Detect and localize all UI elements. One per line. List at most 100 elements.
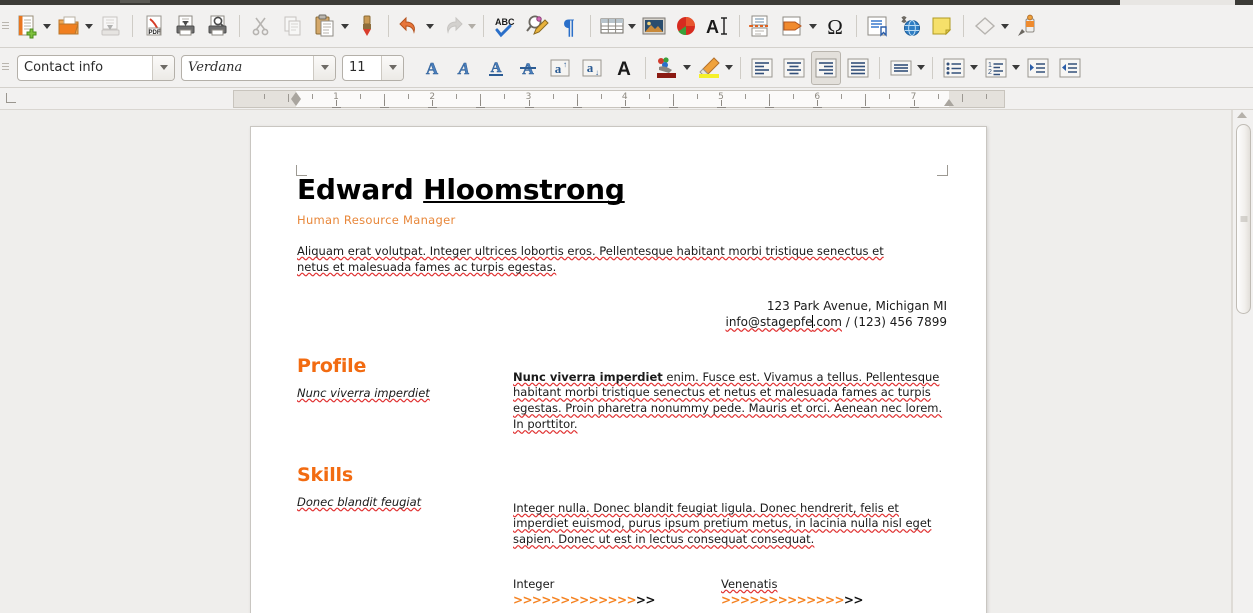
paragraph-style-value[interactable]: Contact info — [18, 60, 152, 75]
new-document-icon[interactable] — [12, 9, 42, 43]
subscript-icon[interactable]: a ↓ — [577, 51, 607, 85]
strikethrough-icon[interactable]: A — [513, 51, 543, 85]
ruler-tab-stop[interactable] — [524, 100, 534, 108]
insert-table-icon[interactable] — [597, 9, 627, 43]
find-replace-magnifier-icon[interactable] — [522, 9, 552, 43]
open-folder-icon[interactable] — [54, 9, 84, 43]
ruler-tab-stop[interactable] — [668, 100, 678, 108]
toolbar-drag-handle[interactable] — [0, 5, 11, 47]
ruler-tab-stop[interactable] — [861, 100, 871, 108]
document-body[interactable]: Edward Hloomstrong Human Resource Manage… — [297, 174, 947, 607]
clear-formatting-icon[interactable]: A — [609, 51, 639, 85]
redo-dropdown-caret[interactable] — [466, 9, 478, 43]
ruler-tab-stop[interactable] — [813, 100, 823, 108]
ruler-tab-stop[interactable] — [428, 100, 438, 108]
font-color-icon[interactable] — [652, 51, 682, 85]
font-name-dropdown-arrow[interactable] — [313, 55, 335, 80]
insert-image-icon[interactable] — [639, 9, 669, 43]
ruler-tab-stop[interactable] — [717, 100, 727, 108]
font-name-combobox[interactable]: Verdana — [181, 54, 336, 81]
underline-icon[interactable]: A — [481, 51, 511, 85]
align-center-icon[interactable] — [779, 51, 809, 85]
clone-formatting-brush-icon[interactable] — [352, 9, 382, 43]
insert-field-arrow-icon[interactable] — [778, 9, 808, 43]
highlighting-color-icon[interactable] — [694, 51, 724, 85]
ruler-tab-stop[interactable] — [572, 100, 582, 108]
special-character-omega-icon[interactable]: Ω — [820, 9, 850, 43]
shapes-diamond-icon[interactable] — [970, 9, 1000, 43]
font-color-dropdown-caret[interactable] — [681, 51, 693, 85]
svg-text:ABC: ABC — [495, 17, 515, 27]
ruler-tab-stop[interactable] — [620, 100, 630, 108]
insert-chart-pie-icon[interactable] — [671, 9, 701, 43]
font-size-dropdown-arrow[interactable] — [381, 55, 403, 80]
ordered-list-icon[interactable]: 1 2 — [981, 51, 1011, 85]
document-page[interactable]: Edward Hloomstrong Human Resource Manage… — [250, 126, 987, 613]
print-icon[interactable] — [171, 9, 201, 43]
unordered-list-icon[interactable] — [939, 51, 969, 85]
insert-text-box-icon[interactable]: A — [703, 9, 733, 43]
ruler-indent-marker-left[interactable] — [291, 91, 302, 107]
ruler-tab-stop[interactable] — [476, 100, 486, 108]
export-pdf-icon[interactable]: PDF — [139, 9, 169, 43]
cut-scissors-icon[interactable] — [246, 9, 276, 43]
align-left-icon[interactable] — [747, 51, 777, 85]
redo-arrow-icon[interactable] — [437, 9, 467, 43]
ruler-indent-marker-right[interactable] — [944, 99, 954, 106]
vertical-scrollbar[interactable] — [1232, 110, 1253, 613]
bold-icon[interactable]: A — [417, 51, 447, 85]
insert-field-dropdown-caret[interactable] — [807, 9, 819, 43]
save-icon[interactable] — [96, 9, 126, 43]
show-draw-functions-icon[interactable] — [1012, 9, 1042, 43]
section-profile: Profile Nunc viverra imperdiet Nunc vive… — [297, 355, 947, 433]
copy-icon[interactable] — [278, 9, 308, 43]
paste-dropdown-caret[interactable] — [339, 9, 351, 43]
highlighting-color-dropdown-caret[interactable] — [723, 51, 735, 85]
scroll-up-arrow-icon[interactable] — [1237, 112, 1247, 118]
insert-page-break-icon[interactable] — [746, 9, 776, 43]
ruler-tick-quarter — [360, 94, 362, 99]
section-skills-body: Integer nulla. Donec blandit feugiat lig… — [513, 500, 932, 547]
chrome-notch — [120, 0, 150, 3]
align-justified-icon[interactable] — [843, 51, 873, 85]
insert-comment-note-icon[interactable] — [927, 9, 957, 43]
spelling-abc-check-icon[interactable]: ABC — [490, 9, 520, 43]
print-preview-icon[interactable] — [203, 9, 233, 43]
shapes-dropdown-caret[interactable] — [999, 9, 1011, 43]
vertical-scrollbar-thumb[interactable] — [1236, 124, 1251, 314]
resume-contact-block: 123 Park Avenue, Michigan MI info@stagep… — [297, 298, 947, 331]
document-canvas[interactable]: Edward Hloomstrong Human Resource Manage… — [0, 110, 1232, 613]
font-name-value[interactable]: Verdana — [182, 60, 313, 75]
insert-bookmark-icon[interactable] — [863, 9, 893, 43]
unordered-list-dropdown-caret[interactable] — [968, 51, 980, 85]
ruler-tab-stop[interactable] — [765, 100, 775, 108]
ruler-tab-stop[interactable] — [380, 100, 390, 108]
svg-text:a: a — [587, 60, 594, 75]
new-document-dropdown-caret[interactable] — [41, 9, 53, 43]
paragraph-style-combobox[interactable]: Contact info — [17, 54, 175, 81]
ordered-list-dropdown-caret[interactable] — [1010, 51, 1022, 85]
increase-indent-icon[interactable] — [1023, 51, 1053, 85]
ruler-tab-stop[interactable] — [909, 100, 919, 108]
paragraph-style-dropdown-arrow[interactable] — [152, 55, 174, 80]
formatting-marks-pilcrow-icon[interactable]: ¶ — [554, 9, 584, 43]
line-spacing-dropdown-caret[interactable] — [915, 51, 927, 85]
font-size-combobox[interactable]: 11 — [342, 54, 404, 81]
font-size-value[interactable]: 11 — [343, 60, 381, 75]
horizontal-ruler[interactable]: 1234567 — [233, 90, 1005, 108]
ruler-corner-mark[interactable] — [6, 93, 16, 103]
formatting-toolbar-drag-handle[interactable] — [0, 48, 11, 87]
line-spacing-icon[interactable] — [886, 51, 916, 85]
undo-arrow-icon[interactable] — [395, 9, 425, 43]
paste-clipboard-icon[interactable] — [310, 9, 340, 43]
decrease-indent-icon[interactable] — [1055, 51, 1085, 85]
insert-hyperlink-globe-icon[interactable] — [895, 9, 925, 43]
align-right-icon[interactable] — [811, 50, 841, 85]
insert-table-dropdown-caret[interactable] — [626, 9, 638, 43]
italic-icon[interactable]: A — [449, 51, 479, 85]
ruler-tab-stop[interactable] — [332, 100, 342, 108]
ruler-tick-quarter — [311, 94, 313, 99]
superscript-icon[interactable]: a ↑ — [545, 51, 575, 85]
open-document-dropdown-caret[interactable] — [83, 9, 95, 43]
undo-dropdown-caret[interactable] — [424, 9, 436, 43]
